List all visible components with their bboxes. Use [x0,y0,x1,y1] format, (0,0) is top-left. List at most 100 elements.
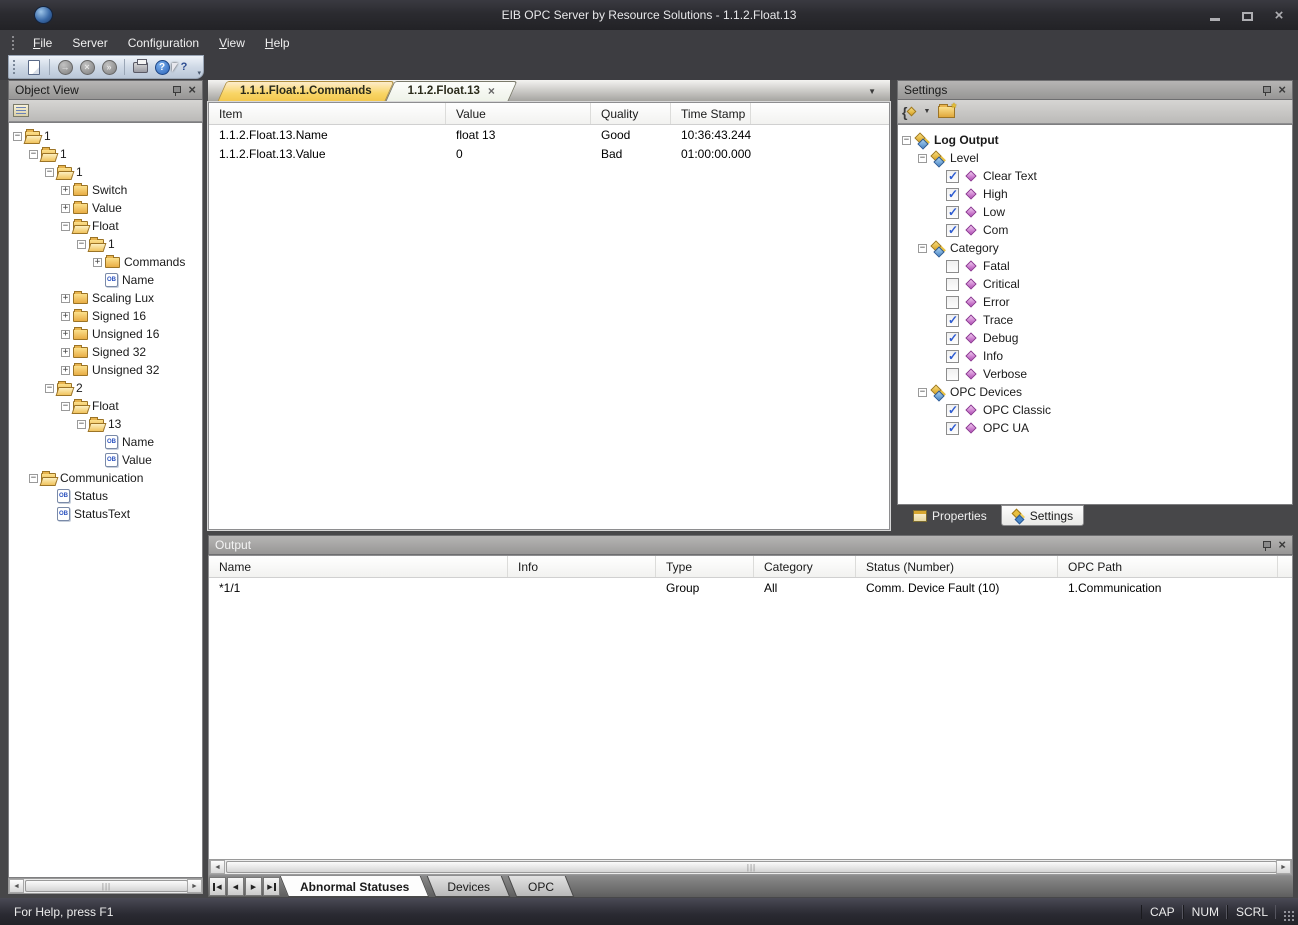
collapse-icon[interactable]: − [13,132,22,141]
output-hscrollbar[interactable]: ◄ ||| ► [209,859,1292,875]
scroll-left-icon[interactable]: ◄ [210,860,225,874]
object-view-header[interactable]: Object View × [8,80,203,100]
object-view-tree-item[interactable]: −1 [9,235,202,253]
document-tab[interactable]: 1.1.1.Float.1.Commands [222,81,390,101]
output-tab-opc[interactable]: OPC [512,876,570,897]
print-button[interactable] [129,57,151,77]
checkbox[interactable] [946,170,959,183]
collapse-icon[interactable]: − [29,150,38,159]
collapse-icon[interactable]: − [918,388,927,397]
close-panel-icon[interactable]: × [1278,540,1286,550]
checkbox[interactable] [946,422,959,435]
pin-icon[interactable] [1262,540,1270,551]
object-view-tree-item[interactable]: +Unsigned 32 [9,361,202,379]
settings-tree-item[interactable]: Low [898,203,1292,221]
checkbox[interactable] [946,206,959,219]
resize-grip[interactable] [1283,910,1295,922]
object-view-tree-item[interactable]: StatusText [9,505,202,523]
object-view-tree-item[interactable]: −1 [9,163,202,181]
output-header[interactable]: Output × [208,535,1293,555]
collapse-icon[interactable]: − [61,402,70,411]
menu-grip-handle[interactable] [12,36,17,50]
collapse-icon[interactable]: − [45,168,54,177]
settings-tree-item[interactable]: −OPC Devices [898,383,1292,401]
minimize-button[interactable] [1204,8,1226,24]
column-header-type[interactable]: Type [656,556,754,577]
close-tab-icon[interactable]: × [488,86,495,96]
expand-icon[interactable]: + [93,258,102,267]
object-view-tree-item[interactable]: Name [9,433,202,451]
expand-icon[interactable]: + [61,186,70,195]
scroll-left-icon[interactable]: ◄ [9,879,24,893]
first-record-icon[interactable]: ◀ [209,877,226,896]
object-view-tree-item[interactable]: +Scaling Lux [9,289,202,307]
log-settings-icon[interactable]: { [902,104,915,120]
object-view-tree-item[interactable]: +Signed 32 [9,343,202,361]
column-header-value[interactable]: Value [446,103,591,124]
object-view-tree-item[interactable]: +Signed 16 [9,307,202,325]
settings-tree-item[interactable]: Com [898,221,1292,239]
object-view-tree-item[interactable]: Name [9,271,202,289]
column-header-time-stamp[interactable]: Time Stamp [671,103,751,124]
object-view-tree-item[interactable]: −Float [9,217,202,235]
checkbox[interactable] [946,188,959,201]
collapse-icon[interactable]: − [61,222,70,231]
document-tab[interactable]: 1.1.2.Float.13× [390,81,513,101]
object-view-tree-item[interactable]: Value [9,451,202,469]
output-tab-devices[interactable]: Devices [431,876,506,897]
settings-header[interactable]: Settings × [897,80,1293,100]
menu-item-file[interactable]: File [23,33,62,53]
object-view-tree-item[interactable]: −Float [9,397,202,415]
expand-icon[interactable]: + [61,294,70,303]
column-header-info[interactable]: Info [508,556,656,577]
next-record-icon[interactable]: ▶ [245,877,262,896]
checkbox[interactable] [946,296,959,309]
checkbox[interactable] [946,350,959,363]
settings-tree-item[interactable]: Critical [898,275,1292,293]
collapse-icon[interactable]: − [77,420,86,429]
scroll-thumb[interactable]: ||| [25,880,188,892]
scroll-right-icon[interactable]: ► [1276,860,1291,874]
table-row[interactable]: *1/1GroupAllComm. Device Fault (10)1.Com… [209,578,1292,598]
collapse-icon[interactable]: − [918,244,927,253]
stop-x-button[interactable]: × [76,57,98,77]
object-view-tree-item[interactable]: +Value [9,199,202,217]
column-header-quality[interactable]: Quality [591,103,671,124]
object-view-hscrollbar[interactable]: ◄ ||| ► [8,878,203,894]
settings-tree-item[interactable]: Debug [898,329,1292,347]
object-view-tree-item[interactable]: Status [9,487,202,505]
checkbox[interactable] [946,314,959,327]
expand-icon[interactable]: + [61,204,70,213]
expand-icon[interactable]: + [61,366,70,375]
close-panel-icon[interactable]: × [188,85,196,95]
checkbox[interactable] [946,260,959,273]
pin-icon[interactable] [172,85,180,96]
collapse-icon[interactable]: − [77,240,86,249]
settings-tree-item[interactable]: Trace [898,311,1292,329]
panel-tab-settings[interactable]: Settings [1001,505,1084,526]
settings-tree-item[interactable]: Fatal [898,257,1292,275]
context-help-button[interactable]: ? [173,57,195,77]
view-list-icon[interactable] [13,104,29,117]
settings-tree-item[interactable]: High [898,185,1292,203]
collapse-icon[interactable]: − [29,474,38,483]
pin-icon[interactable] [1262,85,1270,96]
settings-tree-item[interactable]: −Level [898,149,1292,167]
panel-tab-properties[interactable]: Properties [903,505,997,526]
object-view-tree-item[interactable]: −13 [9,415,202,433]
scroll-thumb[interactable]: ||| [226,861,1277,873]
expand-icon[interactable]: + [61,312,70,321]
new-document-button[interactable] [23,57,45,77]
checkbox[interactable] [946,404,959,417]
skip-forward-button[interactable]: » [98,57,120,77]
column-header-item[interactable]: Item [209,103,446,124]
expand-icon[interactable]: + [61,348,70,357]
collapse-icon[interactable]: − [902,136,911,145]
collapse-icon[interactable]: − [918,154,927,163]
menu-item-help[interactable]: Help [255,33,300,53]
expand-icon[interactable]: + [61,330,70,339]
settings-tree-item[interactable]: Verbose [898,365,1292,383]
close-button[interactable]: × [1268,8,1290,24]
column-header-opc-path[interactable]: OPC Path [1058,556,1278,577]
scroll-right-icon[interactable]: ► [187,879,202,893]
